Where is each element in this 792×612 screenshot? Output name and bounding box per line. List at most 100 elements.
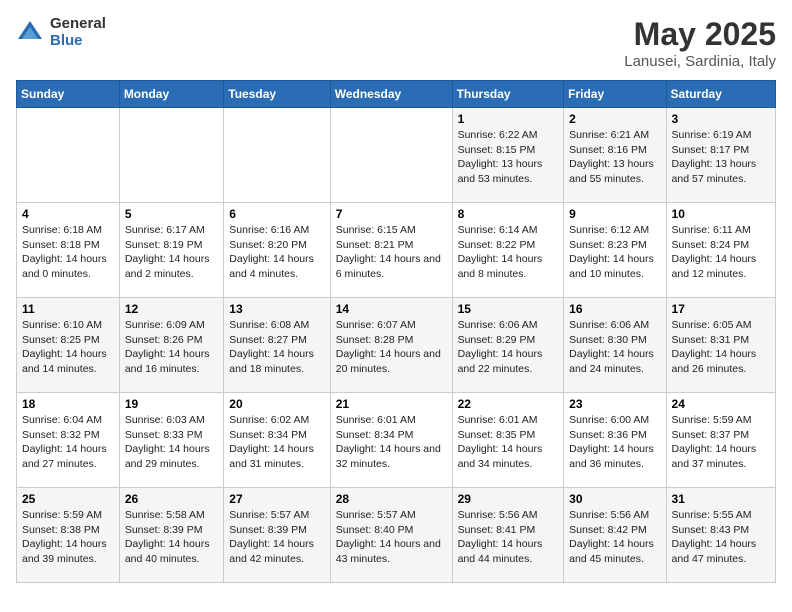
day-number: 7 [336,207,447,221]
cell-content: Sunrise: 6:10 AM Sunset: 8:25 PM Dayligh… [22,318,114,377]
calendar-cell: 5Sunrise: 6:17 AM Sunset: 8:19 PM Daylig… [119,203,223,298]
calendar-cell: 25 Sunrise: 5:59 AM Sunset: 8:38 PM Dayli… [17,488,120,583]
day-number: 11 [22,302,114,316]
calendar-cell: 10 Sunrise: 6:11 AM Sunset: 8:24 PM Dayli… [666,203,775,298]
cell-content: Sunrise: 6:05 AM Sunset: 8:31 PM Dayligh… [672,318,770,377]
cell-content: Sunrise: 6:04 AM Sunset: 8:32 PM Dayligh… [22,413,114,472]
day-number: 30 [569,492,660,506]
week-row-2: 4 Sunrise: 6:18 AM Sunset: 8:18 PM Daylig… [17,203,776,298]
week-row-4: 18 Sunrise: 6:04 AM Sunset: 8:32 PM Dayli… [17,393,776,488]
day-number: 16 [569,302,660,316]
cell-content: Sunrise: 5:57 AM Sunset: 8:39 PM Dayligh… [229,508,324,567]
calendar-cell [224,108,330,203]
calendar-cell [17,108,120,203]
cell-content: Sunrise: 6:07 AM Sunset: 8:28 PM Dayligh… [336,318,447,377]
cell-content: Sunrise: 6:18 AM Sunset: 8:18 PM Dayligh… [22,223,114,282]
day-number: 18 [22,397,114,411]
cell-content: Sunrise: 6:14 AM Sunset: 8:22 PM Dayligh… [458,223,559,282]
day-number: 22 [458,397,559,411]
cell-content: Sunrise: 6:01 AM Sunset: 8:34 PM Dayligh… [336,413,447,472]
day-number: 4 [22,207,114,221]
calendar-subtitle: Lanusei, Sardinia, Italy [624,53,776,70]
day-number: 1 [458,112,559,126]
calendar-cell: 21Sunrise: 6:01 AM Sunset: 8:34 PM Dayli… [330,393,452,488]
day-number: 6 [229,207,324,221]
day-number: 10 [672,207,770,221]
calendar-cell: 4 Sunrise: 6:18 AM Sunset: 8:18 PM Daylig… [17,203,120,298]
header-day-thursday: Thursday [452,81,564,108]
calendar-title: May 2025 [624,16,776,53]
calendar-cell [330,108,452,203]
week-row-3: 11 Sunrise: 6:10 AM Sunset: 8:25 PM Dayli… [17,298,776,393]
day-number: 8 [458,207,559,221]
day-number: 12 [125,302,218,316]
cell-content: Sunrise: 6:19 AM Sunset: 8:17 PM Dayligh… [672,128,770,187]
calendar-cell: 24Sunrise: 5:59 AM Sunset: 8:37 PM Dayli… [666,393,775,488]
calendar-cell [119,108,223,203]
day-number: 19 [125,397,218,411]
calendar-cell: 6 Sunrise: 6:16 AM Sunset: 8:20 PM Daylig… [224,203,330,298]
cell-content: Sunrise: 6:08 AM Sunset: 8:27 PM Dayligh… [229,318,324,377]
day-number: 28 [336,492,447,506]
day-number: 26 [125,492,218,506]
day-number: 31 [672,492,770,506]
calendar-body: 1 Sunrise: 6:22 AM Sunset: 8:15 PM Daylig… [17,108,776,583]
calendar-cell: 31 Sunrise: 5:55 AM Sunset: 8:43 PM Dayli… [666,488,775,583]
header-row: SundayMondayTuesdayWednesdayThursdayFrid… [17,81,776,108]
cell-content: Sunrise: 5:59 AM Sunset: 8:38 PM Dayligh… [22,508,114,567]
day-number: 27 [229,492,324,506]
calendar-cell: 18 Sunrise: 6:04 AM Sunset: 8:32 PM Dayli… [17,393,120,488]
calendar-cell: 3 Sunrise: 6:19 AM Sunset: 8:17 PM Daylig… [666,108,775,203]
cell-content: Sunrise: 6:12 AM Sunset: 8:23 PM Dayligh… [569,223,660,282]
day-number: 14 [336,302,447,316]
logo: General Blue [16,16,106,49]
cell-content: Sunrise: 6:15 AM Sunset: 8:21 PM Dayligh… [336,223,447,282]
calendar-cell: 23 Sunrise: 6:00 AM Sunset: 8:36 PM Dayli… [564,393,666,488]
header-day-wednesday: Wednesday [330,81,452,108]
cell-content: Sunrise: 5:56 AM Sunset: 8:42 PM Dayligh… [569,508,660,567]
cell-content: Sunrise: 6:00 AM Sunset: 8:36 PM Dayligh… [569,413,660,472]
cell-content: Sunrise: 5:58 AM Sunset: 8:39 PM Dayligh… [125,508,218,567]
day-number: 13 [229,302,324,316]
header-day-friday: Friday [564,81,666,108]
cell-content: Sunrise: 5:57 AM Sunset: 8:40 PM Dayligh… [336,508,447,567]
calendar-cell: 15Sunrise: 6:06 AM Sunset: 8:29 PM Dayli… [452,298,564,393]
calendar-cell: 12 Sunrise: 6:09 AM Sunset: 8:26 PM Dayli… [119,298,223,393]
day-number: 25 [22,492,114,506]
cell-content: Sunrise: 6:11 AM Sunset: 8:24 PM Dayligh… [672,223,770,282]
calendar-header: SundayMondayTuesdayWednesdayThursdayFrid… [17,81,776,108]
day-number: 29 [458,492,559,506]
header-day-saturday: Saturday [666,81,775,108]
week-row-5: 25 Sunrise: 5:59 AM Sunset: 8:38 PM Dayli… [17,488,776,583]
day-number: 3 [672,112,770,126]
calendar-cell: 13 Sunrise: 6:08 AM Sunset: 8:27 PM Dayli… [224,298,330,393]
calendar-cell: 8 Sunrise: 6:14 AM Sunset: 8:22 PM Daylig… [452,203,564,298]
cell-content: Sunrise: 5:55 AM Sunset: 8:43 PM Dayligh… [672,508,770,567]
cell-content: Sunrise: 6:06 AM Sunset: 8:30 PM Dayligh… [569,318,660,377]
header-day-tuesday: Tuesday [224,81,330,108]
cell-content: Sunrise: 6:01 AM Sunset: 8:35 PM Dayligh… [458,413,559,472]
cell-content: Sunrise: 6:22 AM Sunset: 8:15 PM Dayligh… [458,128,559,187]
day-number: 24 [672,397,770,411]
day-number: 2 [569,112,660,126]
page-header: General Blue May 2025 Lanusei, Sardinia,… [16,16,776,70]
cell-content: Sunrise: 6:17 AM Sunset: 8:19 PM Dayligh… [125,223,218,282]
week-row-1: 1 Sunrise: 6:22 AM Sunset: 8:15 PM Daylig… [17,108,776,203]
logo-icon [16,19,44,47]
day-number: 9 [569,207,660,221]
day-number: 23 [569,397,660,411]
cell-content: Sunrise: 5:56 AM Sunset: 8:41 PM Dayligh… [458,508,559,567]
cell-content: Sunrise: 6:09 AM Sunset: 8:26 PM Dayligh… [125,318,218,377]
header-day-monday: Monday [119,81,223,108]
cell-content: Sunrise: 6:21 AM Sunset: 8:16 PM Dayligh… [569,128,660,187]
logo-general-text: General [50,16,106,33]
logo-blue-text: Blue [50,33,106,50]
calendar-cell: 19Sunrise: 6:03 AM Sunset: 8:33 PM Dayli… [119,393,223,488]
day-number: 20 [229,397,324,411]
cell-content: Sunrise: 6:16 AM Sunset: 8:20 PM Dayligh… [229,223,324,282]
calendar-cell: 14 Sunrise: 6:07 AM Sunset: 8:28 PM Dayli… [330,298,452,393]
calendar-cell: 20Sunrise: 6:02 AM Sunset: 8:34 PM Dayli… [224,393,330,488]
title-block: May 2025 Lanusei, Sardinia, Italy [624,16,776,70]
calendar-cell: 7 Sunrise: 6:15 AM Sunset: 8:21 PM Daylig… [330,203,452,298]
calendar-table: SundayMondayTuesdayWednesdayThursdayFrid… [16,80,776,583]
